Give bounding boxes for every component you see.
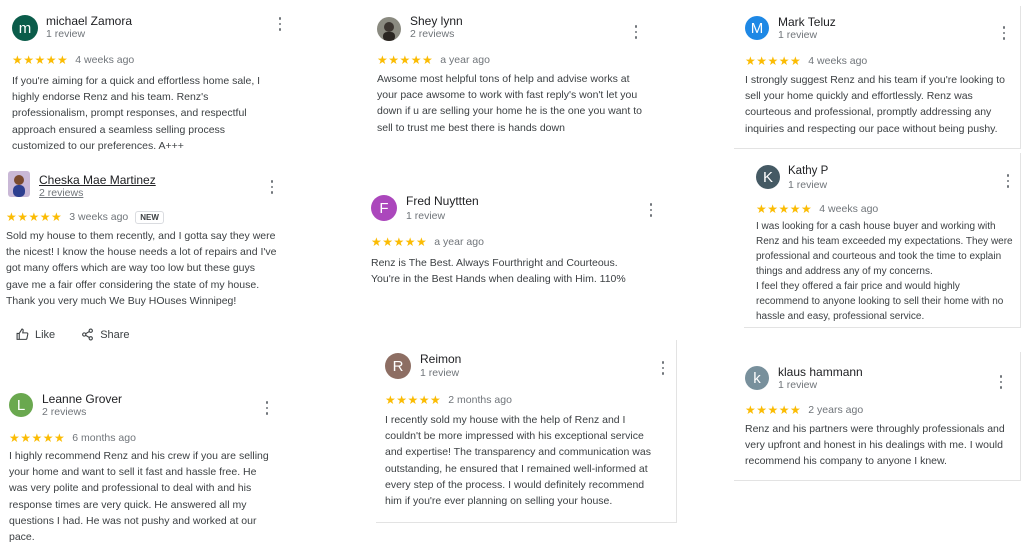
avatar[interactable]: R <box>385 353 411 379</box>
review-date: a year ago <box>440 54 490 66</box>
reviewer-name[interactable]: klaus hammann <box>778 365 863 379</box>
star-rating: ★★★★★ <box>12 53 69 67</box>
avatar[interactable]: L <box>9 393 33 417</box>
star-rating: ★★★★★ <box>377 53 434 67</box>
star-rating: ★★★★★ <box>9 431 66 445</box>
star-rating: ★★★★★ <box>745 54 802 68</box>
rating-row: ★★★★★ a year ago <box>377 53 490 67</box>
star-rating: ★★★★★ <box>371 235 428 249</box>
reviewer-name[interactable]: Kathy P <box>788 165 828 177</box>
review-date: 4 weeks ago <box>819 203 879 215</box>
review-count[interactable]: 2 reviews <box>39 187 83 199</box>
review-card: M Mark Teluz 1 review ★★★★★ 4 weeks ago … <box>734 6 1021 149</box>
profile-photo-icon[interactable] <box>8 171 30 197</box>
more-options-icon[interactable] <box>278 17 282 31</box>
review-count[interactable]: 1 review <box>420 367 459 379</box>
review-date: 2 months ago <box>448 394 512 406</box>
review-count[interactable]: 1 review <box>406 210 445 222</box>
review-card-content: k klaus hammann 1 review ★★★★★ 2 years a… <box>745 365 1015 476</box>
new-badge: NEW <box>135 210 164 224</box>
review-date: 3 weeks ago <box>69 211 129 223</box>
review-count[interactable]: 1 review <box>46 28 85 40</box>
rating-row: ★★★★★ 4 weeks ago <box>12 53 134 67</box>
review-card: m michael Zamora 1 review ★★★★★ 4 weeks … <box>12 14 290 165</box>
review-text: I recently sold my house with the help o… <box>385 414 651 508</box>
reviewer-name[interactable]: Cheska Mae Martinez <box>39 173 156 187</box>
profile-photo-icon[interactable] <box>377 17 401 41</box>
more-options-icon[interactable] <box>1002 26 1006 40</box>
like-button[interactable]: Like <box>16 328 55 341</box>
more-options-icon[interactable] <box>999 375 1003 389</box>
reviewer-name[interactable]: Mark Teluz <box>778 15 836 29</box>
rating-row: ★★★★★ a year ago <box>371 235 484 249</box>
avatar[interactable]: M <box>745 16 769 40</box>
review-date: a year ago <box>434 236 484 248</box>
rating-row: ★★★★★ 4 weeks ago <box>745 54 867 68</box>
star-rating: ★★★★★ <box>385 393 442 407</box>
review-card-content: K Kathy P 1 review ★★★★★ 4 weeks ago I w… <box>756 165 1016 323</box>
review-date: 2 years ago <box>808 404 864 416</box>
more-options-icon[interactable] <box>649 203 653 217</box>
review-count[interactable]: 1 review <box>778 379 817 391</box>
review-card: K Kathy P 1 review ★★★★★ 4 weeks ago I w… <box>744 153 1021 328</box>
rating-row: ★★★★★ 2 years ago <box>745 403 863 417</box>
avatar[interactable]: K <box>756 165 780 189</box>
avatar[interactable]: k <box>745 366 769 390</box>
more-options-icon[interactable] <box>1006 174 1010 188</box>
more-options-icon[interactable] <box>270 180 274 194</box>
reviewer-name[interactable]: Shey lynn <box>410 14 463 28</box>
review-card: k klaus hammann 1 review ★★★★★ 2 years a… <box>734 352 1021 481</box>
share-button[interactable]: Share <box>81 328 130 341</box>
rating-row: ★★★★★ 2 months ago <box>385 393 512 407</box>
rating-row: ★★★★★ 4 weeks ago <box>756 202 878 216</box>
review-card: L Leanne Grover 2 reviews ★★★★★ 6 months… <box>9 392 289 544</box>
review-count[interactable]: 1 review <box>778 29 817 41</box>
review-count[interactable]: 1 review <box>788 179 827 191</box>
avatar[interactable]: F <box>371 195 397 221</box>
review-count[interactable]: 2 reviews <box>42 406 86 418</box>
reviewer-name[interactable]: Reimon <box>420 352 461 366</box>
review-card: Shey lynn 2 reviews ★★★★★ a year ago Aws… <box>377 14 657 140</box>
star-rating: ★★★★★ <box>745 403 802 417</box>
review-text: Renz and his partners were throughly pro… <box>745 423 1005 468</box>
review-card-content: M Mark Teluz 1 review ★★★★★ 4 weeks ago … <box>745 15 1015 141</box>
review-text: Renz is The Best. Always Fourthright and… <box>371 257 626 286</box>
review-date: 4 weeks ago <box>808 55 868 67</box>
more-options-icon[interactable] <box>265 401 269 415</box>
review-text: Awsome most helpful tons of help and adv… <box>377 73 642 134</box>
review-card-content: R Reimon 1 review ★★★★★ 2 months ago I r… <box>385 352 667 518</box>
star-rating: ★★★★★ <box>756 202 813 216</box>
share-icon <box>82 328 94 341</box>
thumbs-up-icon <box>16 328 29 340</box>
avatar[interactable]: m <box>12 15 38 41</box>
rating-row: ★★★★★ 3 weeks ago NEW <box>6 210 164 224</box>
review-card: Cheska Mae Martinez 2 reviews ★★★★★ 3 we… <box>6 171 296 356</box>
reviewer-name[interactable]: Fred Nuyttten <box>406 194 479 208</box>
more-options-icon[interactable] <box>661 361 665 375</box>
review-card: R Reimon 1 review ★★★★★ 2 months ago I r… <box>376 340 677 523</box>
review-actions: Like Share <box>16 328 156 341</box>
review-date: 4 weeks ago <box>75 54 135 66</box>
review-text: I was looking for a cash house buyer and… <box>756 221 1013 322</box>
review-text: If you're aiming for a quick and effortl… <box>12 75 261 152</box>
more-options-icon[interactable] <box>634 25 638 39</box>
review-text: I highly recommend Renz and his crew if … <box>9 450 269 544</box>
review-date: 6 months ago <box>72 432 136 444</box>
reviewer-name[interactable]: michael Zamora <box>46 14 132 28</box>
rating-row: ★★★★★ 6 months ago <box>9 431 136 445</box>
review-card: F Fred Nuyttten 1 review ★★★★★ a year ag… <box>371 194 661 290</box>
review-count[interactable]: 2 reviews <box>410 28 454 40</box>
star-rating: ★★★★★ <box>6 210 63 224</box>
review-text: I strongly suggest Renz and his team if … <box>745 74 1005 135</box>
reviewer-name[interactable]: Leanne Grover <box>42 392 122 406</box>
review-text: Sold my house to them recently, and I go… <box>6 230 277 307</box>
